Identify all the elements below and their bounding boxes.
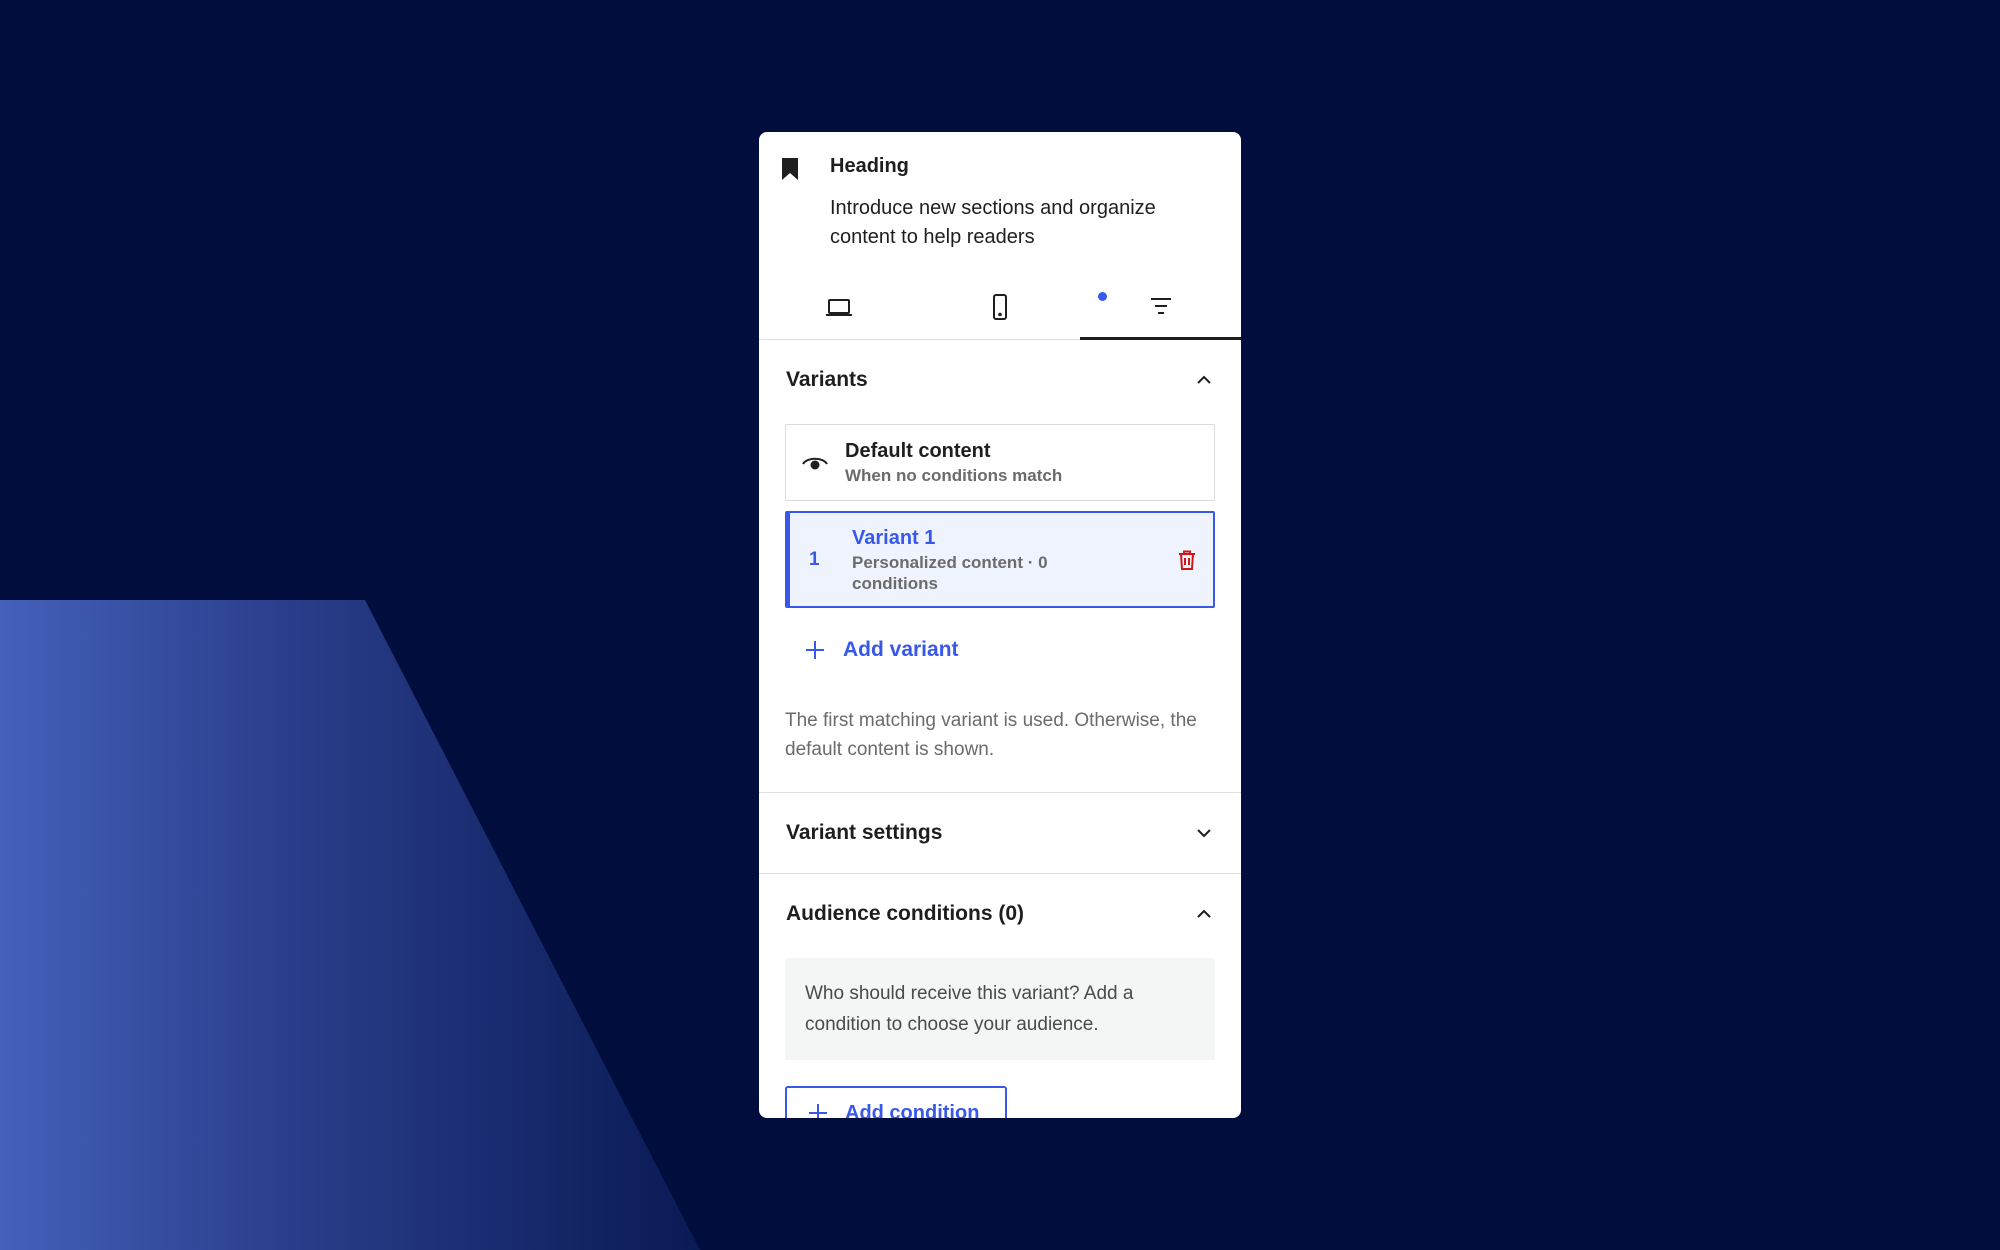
plus-icon [809,1104,827,1118]
row-subtitle: Personalized content · 0 conditions [852,552,1048,593]
laptop-icon [826,298,853,316]
trash-icon[interactable] [1175,548,1199,572]
row-title: Variant 1 [852,526,936,549]
bookmark-icon [782,158,798,180]
variants-section-toggle[interactable]: Variants [759,340,1241,420]
section-title-audience: Audience conditions (0) [786,902,1025,925]
variant-number: 1 [809,548,820,570]
section-title-variants: Variants [786,368,868,391]
block-inspector-panel: Heading Introduce new sections and organ… [759,132,1241,1118]
variant-row[interactable]: 1 Variant 1 Personalized content · 0 con… [785,511,1215,608]
add-condition-button[interactable]: Add condition [785,1086,1007,1118]
block-card: Heading Introduce new sections and organ… [759,132,1241,252]
mobile-icon [993,293,1007,320]
plus-icon [806,641,824,659]
tab-variants[interactable] [1080,274,1241,340]
block-title: Heading [830,155,909,177]
chevron-up-icon [1197,375,1211,384]
audience-section-toggle[interactable]: Audience conditions (0) [759,874,1241,954]
variant-settings-toggle[interactable]: Variant settings [759,793,1241,873]
tab-desktop[interactable] [759,274,920,339]
chevron-up-icon [1197,909,1211,918]
indicator-dot [1098,292,1108,301]
row-title: Default content [845,440,991,462]
inspector-tabs [759,274,1241,340]
tab-mobile[interactable] [920,274,1081,339]
block-description: Introduce new sections and organize cont… [830,197,1156,248]
background-shape [0,600,700,1250]
add-condition-label: Add condition [845,1101,980,1119]
filter-icon [1150,297,1171,314]
eye-icon [802,457,828,469]
chevron-down-icon [1197,829,1211,838]
audience-callout: Who should receive this variant? Add a c… [785,958,1215,1060]
add-variant-label: Add variant [843,638,959,661]
add-variant-button[interactable]: Add variant [803,632,1215,668]
row-subtitle: When no conditions match [845,466,1063,485]
variants-body: Default content When no conditions match… [759,420,1241,792]
variants-help-text: The first matching variant is used. Othe… [785,710,1197,760]
section-title-variant-settings: Variant settings [786,821,943,844]
default-content-row[interactable]: Default content When no conditions match [785,424,1215,501]
